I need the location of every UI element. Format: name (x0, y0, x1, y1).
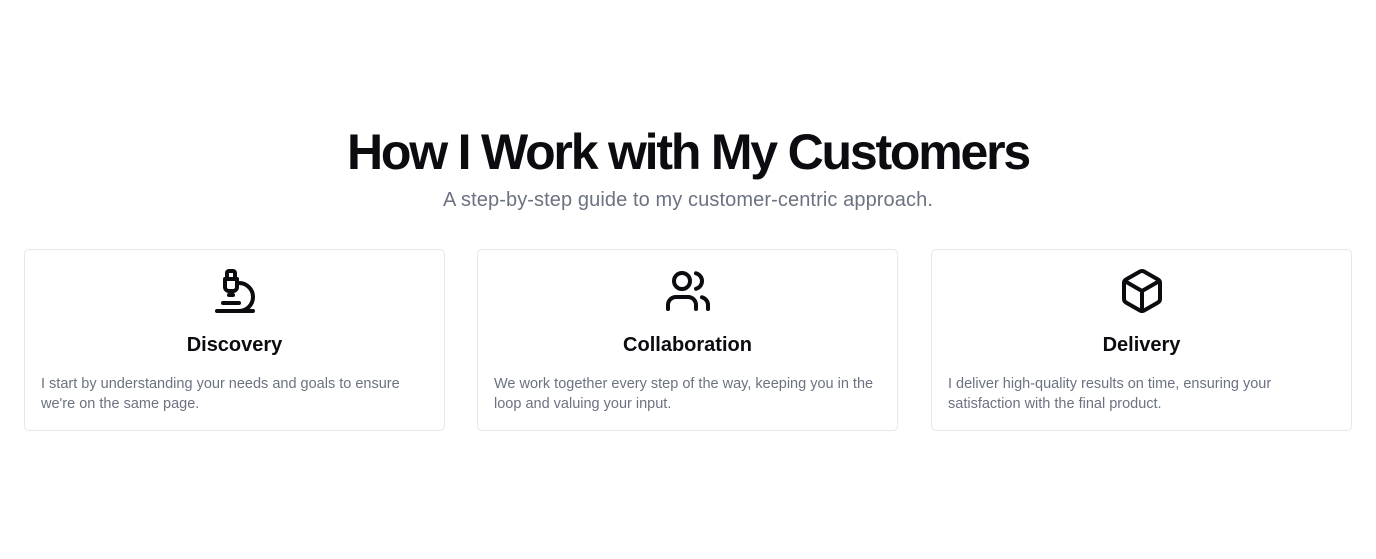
users-icon (664, 267, 712, 315)
step-card-delivery: Delivery I deliver high-quality results … (931, 249, 1352, 431)
step-card-collaboration: Collaboration We work together every ste… (477, 249, 898, 431)
section-title: How I Work with My Customers (346, 124, 1031, 180)
step-card-description: We work together every step of the way, … (494, 376, 874, 412)
step-card-title: Delivery (1102, 334, 1181, 356)
how-i-work-section: How I Work with My Customers A step-by-s… (0, 0, 1376, 559)
step-card-title: Collaboration (623, 334, 752, 356)
steps-grid: Discovery I start by understanding your … (24, 249, 1352, 431)
step-card-description: I deliver high-quality results on time, … (948, 376, 1272, 412)
step-card-discovery: Discovery I start by understanding your … (24, 249, 445, 431)
microscope-icon (211, 267, 259, 315)
package-icon (1118, 267, 1166, 315)
step-card-title: Discovery (186, 334, 283, 356)
section-subtitle: A step-by-step guide to my customer-cent… (443, 189, 933, 211)
step-card-description: I start by understanding your needs and … (41, 376, 400, 412)
